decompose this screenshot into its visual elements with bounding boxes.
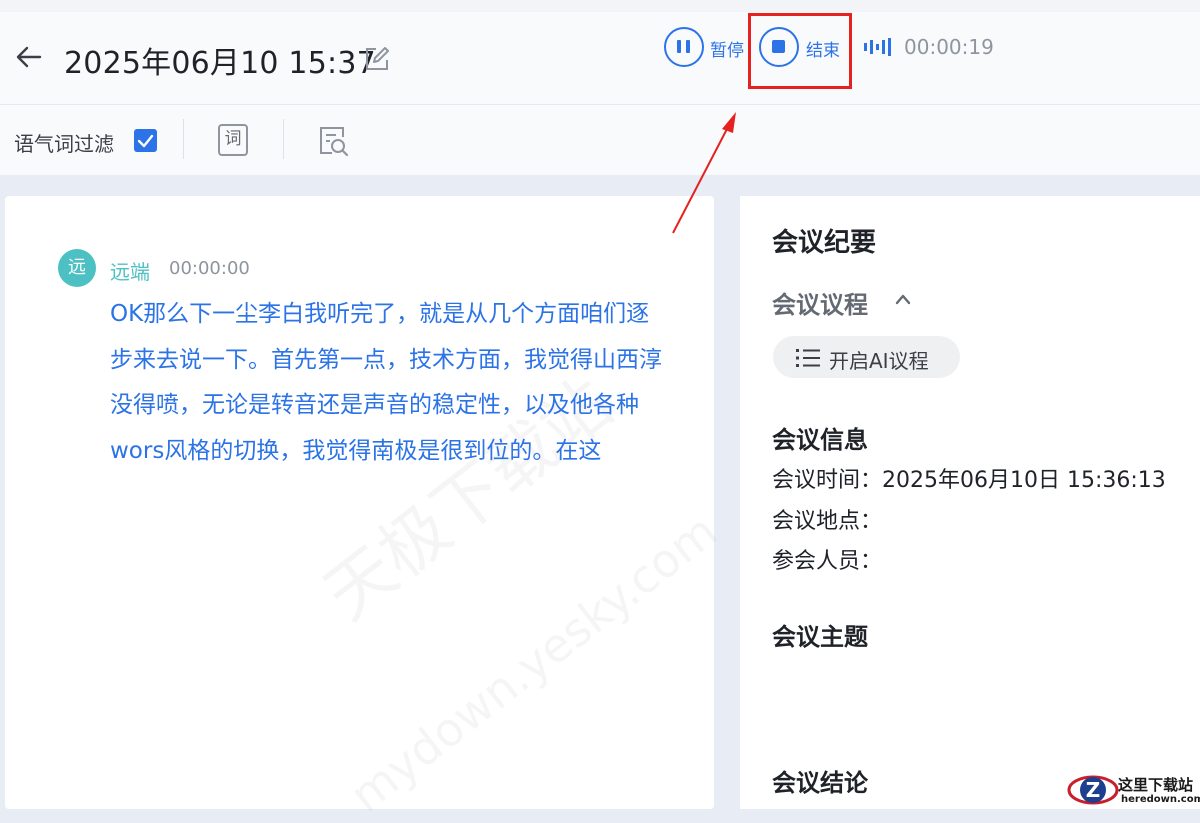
- pause-button[interactable]: [664, 27, 704, 67]
- word-icon[interactable]: 词: [218, 124, 248, 156]
- filter-label: 语气词过滤: [14, 132, 114, 156]
- summary-title: 会议纪要: [772, 228, 877, 258]
- chevron-up-icon[interactable]: [894, 292, 912, 306]
- recording-timer: 00:00:19: [904, 35, 994, 59]
- transcript-panel: [5, 196, 714, 809]
- pause-label[interactable]: 暂停: [710, 36, 744, 61]
- transcript-text: OK那么下一尘李白我听完了，就是从几个方面咱们逐步来去说一下。首先第一点，技术方…: [110, 301, 662, 464]
- divider: [283, 119, 284, 159]
- topic-title: 会议主题: [772, 623, 868, 651]
- edit-icon[interactable]: [364, 46, 390, 72]
- stop-label[interactable]: 结束: [806, 36, 840, 61]
- meeting-time: 会议时间：2025年06月10日 15:36:13: [772, 468, 1166, 493]
- list-icon: [796, 349, 820, 367]
- ai-agenda-label: 开启AI议程: [829, 349, 929, 373]
- speaker-name: 远端: [110, 260, 150, 284]
- speaker-timestamp: 00:00:00: [169, 258, 250, 279]
- toolbar: 语气词过滤 词: [0, 105, 1200, 175]
- back-arrow-icon[interactable]: [14, 42, 44, 72]
- logo-subtext: heredown.com: [1121, 794, 1200, 805]
- agenda-title[interactable]: 会议议程: [772, 285, 868, 320]
- logo-text: 这里下载站: [1118, 776, 1194, 794]
- meeting-attendees: 参会人员：: [772, 549, 883, 574]
- conclusion-title: 会议结论: [772, 769, 868, 797]
- stop-icon: [772, 40, 785, 53]
- check-icon: [137, 134, 154, 148]
- info-title: 会议信息: [772, 426, 868, 454]
- pause-icon: [677, 40, 681, 53]
- stop-button[interactable]: [759, 27, 799, 67]
- page-title: 2025年06月10 15:37: [64, 46, 376, 81]
- ai-agenda-button[interactable]: 开启AI议程: [773, 336, 960, 378]
- svg-text:Z: Z: [1086, 778, 1101, 802]
- meeting-place: 会议地点：: [772, 509, 883, 534]
- avatar: 远: [58, 249, 96, 287]
- header-bar: 2025年06月10 15:37: [0, 12, 1200, 105]
- filter-checkbox[interactable]: [134, 129, 157, 152]
- divider: [183, 119, 184, 159]
- search-document-icon[interactable]: [318, 125, 350, 157]
- top-strip: [0, 0, 1200, 12]
- audio-wave-icon: [864, 38, 891, 56]
